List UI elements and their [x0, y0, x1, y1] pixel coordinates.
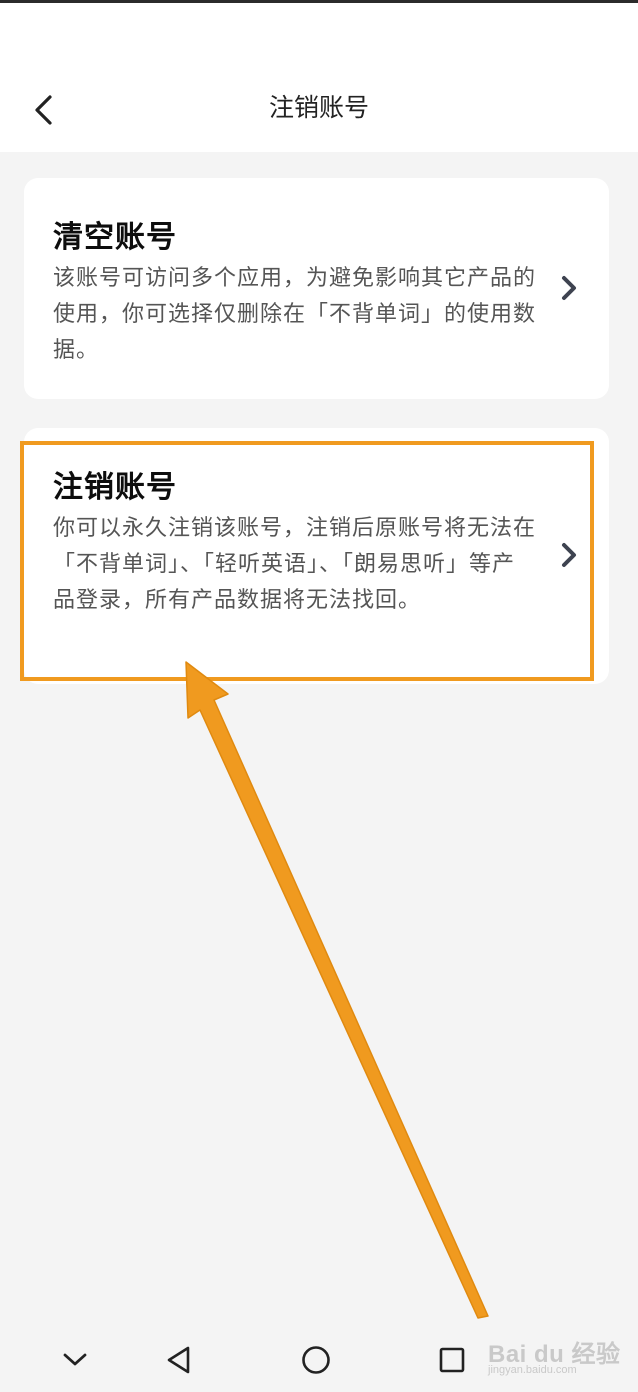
page-title: 注销账号 — [268, 93, 369, 122]
option-title: 注销账号 — [53, 470, 177, 505]
chevron-left-icon — [35, 95, 52, 125]
status-bar — [0, 0, 638, 58]
arrow-shape — [185, 661, 489, 1319]
nav-back-button[interactable] — [155, 1338, 203, 1382]
clear-account-option[interactable]: 清空账号 该账号可访问多个应用，为避免影响其它产品的使用，你可选择仅删除在「不背… — [24, 178, 609, 399]
option-chevron — [557, 273, 581, 303]
option-chevron — [557, 540, 581, 570]
option-description: 你可以永久注销该账号，注销后原账号将无法在「不背单词」、「轻听英语」、「朗易思听… — [53, 516, 537, 613]
home-circle-icon — [302, 1346, 330, 1374]
app-header: 注销账号 — [0, 58, 638, 152]
back-triangle-icon — [167, 1346, 190, 1374]
status-bar-edge — [0, 0, 638, 3]
chevron-right-icon — [562, 276, 576, 300]
nav-collapse-button[interactable] — [51, 1338, 99, 1382]
chevron-down-icon — [63, 1353, 87, 1366]
nav-recents-button[interactable] — [428, 1338, 476, 1382]
deactivate-account-option[interactable]: 注销账号 你可以永久注销该账号，注销后原账号将无法在「不背单词」、「轻听英语」、… — [24, 428, 609, 684]
nav-home-button[interactable] — [292, 1338, 340, 1382]
back-button[interactable] — [22, 88, 66, 132]
option-description: 该账号可访问多个应用，为避免影响其它产品的使用，你可选择仅删除在「不背单词」的使… — [53, 266, 537, 363]
chevron-right-icon — [562, 543, 576, 567]
system-nav-bar — [0, 1328, 638, 1392]
option-title: 清空账号 — [53, 220, 177, 255]
recents-square-icon — [439, 1347, 465, 1373]
